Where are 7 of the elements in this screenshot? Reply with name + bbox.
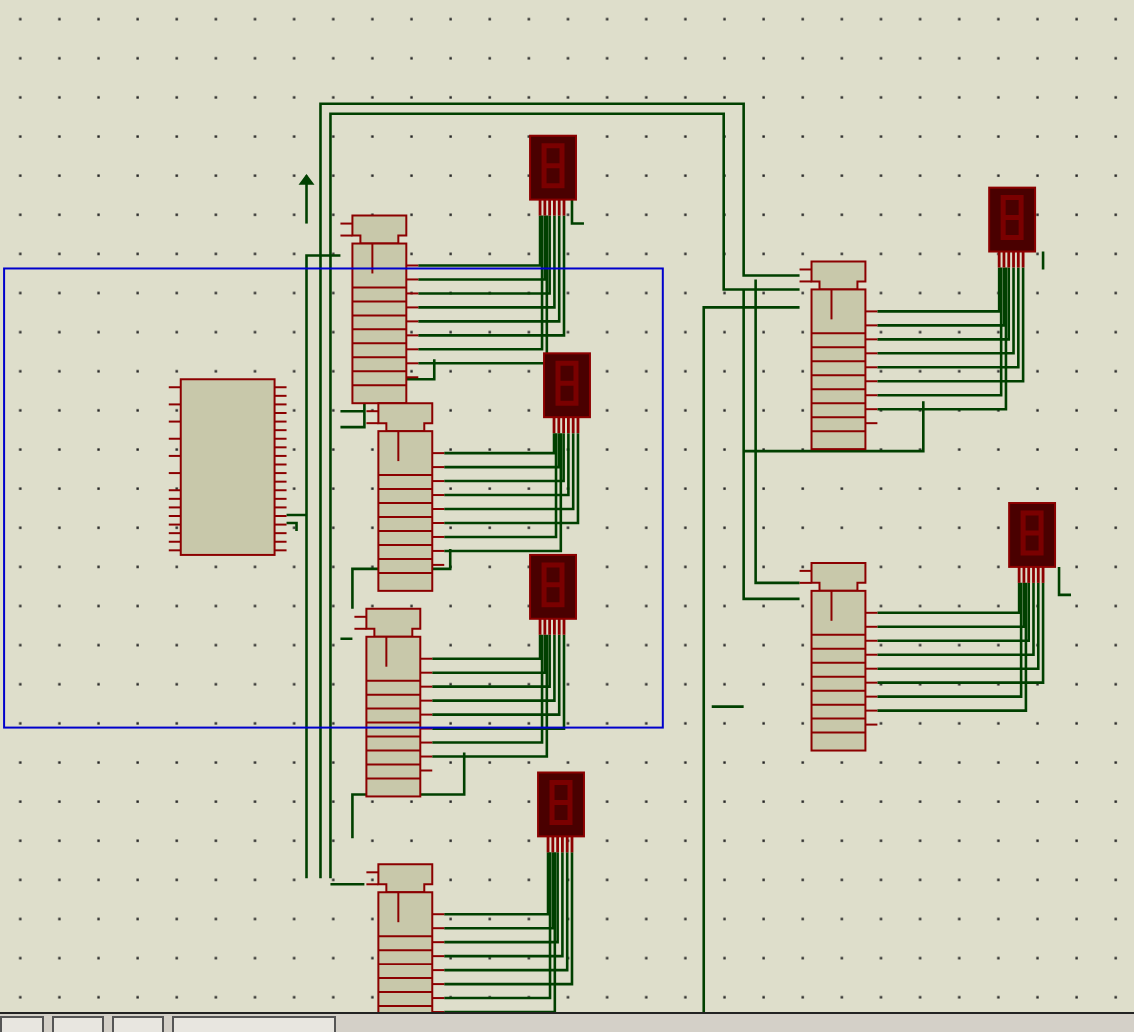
power-terminal-icon <box>298 174 315 185</box>
seven-segment-display <box>988 186 1037 268</box>
seven-segment-display <box>537 771 585 853</box>
seven-segment-display <box>1008 502 1057 583</box>
seven-segment-display <box>529 134 577 216</box>
seven-segment-display <box>529 553 577 635</box>
seven-segment-display <box>543 352 591 434</box>
